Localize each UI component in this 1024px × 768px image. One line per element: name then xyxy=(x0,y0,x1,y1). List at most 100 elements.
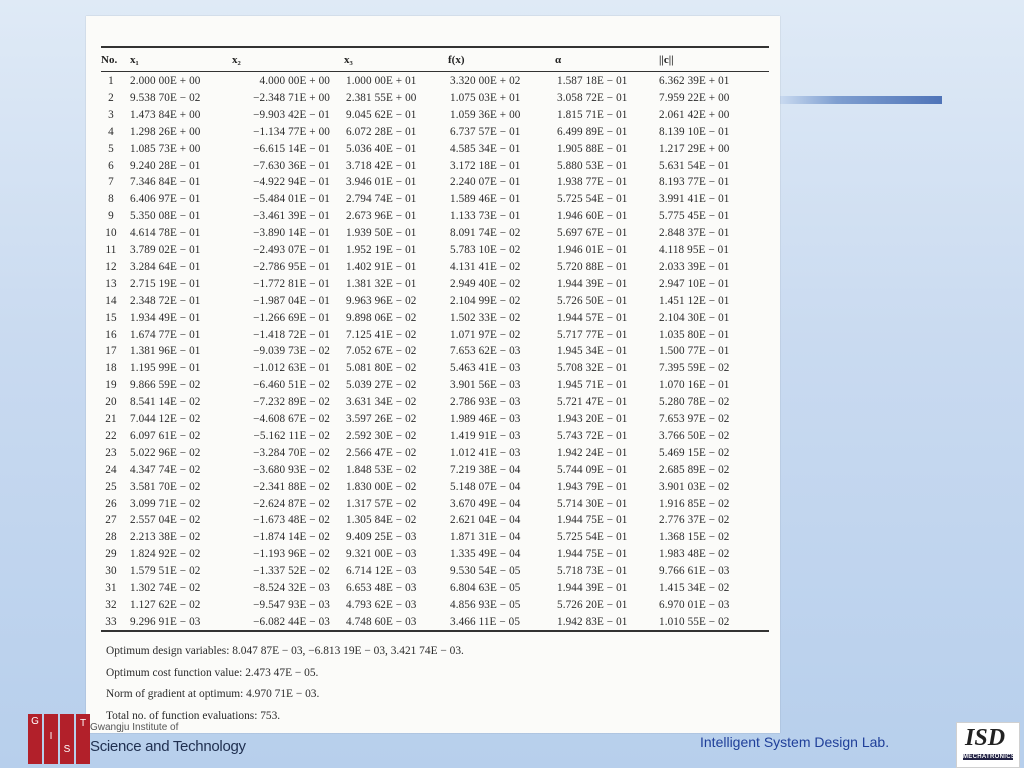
table-cell: −2.348 71E + 00 xyxy=(253,91,330,104)
table-cell: 1.317 57E − 02 xyxy=(346,497,417,510)
table-cell: −7.630 36E − 01 xyxy=(253,159,330,172)
table-row: 18 1.195 99E − 01 −1.012 63E − 01 5.081 80E… xyxy=(86,362,780,378)
table-cell: 1.415 34E − 02 xyxy=(659,582,730,594)
table-cell: 5.039 27E − 02 xyxy=(346,379,417,392)
table-row: 3 1.473 84E + 00 −9.903 42E − 01 9.045 62E … xyxy=(86,109,780,125)
table-cell: 16 xyxy=(105,328,117,341)
table-row: 17 1.381 96E − 01 −9.039 73E − 02 7.052 67E… xyxy=(86,345,780,361)
table-cell: 1.298 26E + 00 xyxy=(130,125,201,138)
table-cell: −9.547 93E − 03 xyxy=(253,598,330,611)
table-cell: 3.901 03E − 02 xyxy=(659,480,730,493)
table-cell: 6.653 48E − 03 xyxy=(346,582,417,594)
table-cell: 1.070 16E − 01 xyxy=(659,379,730,392)
table-cell: 9.898 06E − 02 xyxy=(346,311,417,324)
table-row: 21 7.044 12E − 02 −4.608 67E − 02 3.597 26E… xyxy=(86,413,780,429)
table-cell: 3.991 41E − 01 xyxy=(659,193,730,206)
table-cell: 5.775 45E − 01 xyxy=(659,210,730,223)
table-row: 7 7.346 84E − 01 −4.922 94E − 01 3.946 01E … xyxy=(86,176,780,192)
table-cell: 20 xyxy=(105,396,117,409)
lab-name: Intelligent System Design Lab. xyxy=(700,734,890,750)
table-cell: 3.670 49E − 04 xyxy=(450,497,521,510)
table-cell: 1.473 84E + 00 xyxy=(130,108,201,121)
table-cell: 1.815 71E − 01 xyxy=(557,108,628,121)
table-row: 2 9.538 70E − 02 −2.348 71E + 00 2.381 55E … xyxy=(86,92,780,108)
table-cell: 1.942 83E − 01 xyxy=(557,615,628,628)
table-cell: 2.776 37E − 02 xyxy=(659,514,730,527)
gist-logo-letter: G xyxy=(31,716,39,727)
table-cell: 3.766 50E − 02 xyxy=(659,429,730,442)
table-cell: 9 xyxy=(108,210,114,223)
table-cell: 2.566 47E − 02 xyxy=(346,446,417,459)
table-cell: 31 xyxy=(105,582,117,594)
table-cell: 1 xyxy=(108,75,114,87)
table-cell: 6.804 63E − 05 xyxy=(450,582,521,594)
table-cell: 1.085 73E + 00 xyxy=(130,142,201,155)
table-cell: 4.614 78E − 01 xyxy=(130,227,201,240)
table-cell: 1.075 03E + 01 xyxy=(450,91,521,104)
table-cell: 5.469 15E − 02 xyxy=(659,446,730,459)
table-cell: 1.035 80E − 01 xyxy=(659,328,730,341)
header-fx: f(x) xyxy=(448,54,465,66)
table-row: 31 1.302 74E − 02 −8.524 32E − 03 6.653 48E… xyxy=(86,582,780,598)
table-cell: 1.905 88E − 01 xyxy=(557,142,628,155)
table-cell: 2.557 04E − 02 xyxy=(130,514,201,527)
table-cell: 1.500 77E − 01 xyxy=(659,345,730,358)
table-cell: 4.856 93E − 05 xyxy=(450,598,521,611)
table-cell: 1.335 49E − 04 xyxy=(450,548,521,561)
table-row: 8 6.406 97E − 01 −5.484 01E − 01 2.794 74E … xyxy=(86,193,780,209)
table-cell: 1.944 39E − 01 xyxy=(557,582,628,594)
table-cell: 1.302 74E − 02 xyxy=(130,582,201,594)
table-cell: 19 xyxy=(105,379,117,392)
table-cell: 1.944 75E − 01 xyxy=(557,514,628,527)
gist-logo-letter: I xyxy=(49,731,53,742)
table-cell: 2.947 10E − 01 xyxy=(659,277,730,290)
table-cell: 1.010 55E − 02 xyxy=(659,615,730,628)
table-cell: 13 xyxy=(105,277,117,290)
table-cell: 1.939 50E − 01 xyxy=(346,227,417,240)
table-cell: −2.341 88E − 02 xyxy=(253,480,330,493)
table-cell: 5.721 47E − 01 xyxy=(557,396,628,409)
table-row: 22 6.097 61E − 02 −5.162 11E − 02 2.592 30E… xyxy=(86,430,780,446)
table-cell: −6.460 51E − 02 xyxy=(253,379,330,392)
table-cell: 1.943 79E − 01 xyxy=(557,480,628,493)
table-cell: 2.949 40E − 02 xyxy=(450,277,521,290)
table-cell: 1.587 18E − 01 xyxy=(557,75,628,87)
table-cell: 1.579 51E − 02 xyxy=(130,565,201,578)
table-cell: 1.012 41E − 03 xyxy=(450,446,521,459)
table-cell: −1.874 14E − 02 xyxy=(253,531,330,544)
table-cell: −1.012 63E − 01 xyxy=(253,362,330,375)
table-cell: −5.162 11E − 02 xyxy=(253,429,330,442)
table-cell: 1.502 33E − 02 xyxy=(450,311,521,324)
table-cell: 5 xyxy=(108,142,114,155)
table-cell: 2.033 39E − 01 xyxy=(659,260,730,273)
table-cell: 6.097 61E − 02 xyxy=(130,429,201,442)
header-x3: x₃ xyxy=(344,54,353,66)
table-cell: 3.320 00E + 02 xyxy=(450,75,521,87)
table-row: 6 9.240 28E − 01 −7.630 36E − 01 3.718 42E … xyxy=(86,160,780,176)
table-cell: 1.944 75E − 01 xyxy=(557,548,628,561)
table-cell: 1.402 91E − 01 xyxy=(346,260,417,273)
table-cell: 7.653 97E − 02 xyxy=(659,413,730,425)
table-cell: 1.127 62E − 02 xyxy=(130,598,201,611)
table-cell: 33 xyxy=(105,615,117,628)
table-cell: 5.036 40E − 01 xyxy=(346,142,417,155)
table-cell: 11 xyxy=(105,244,117,256)
table-cell: 1.830 00E − 02 xyxy=(346,480,417,493)
table-cell: 25 xyxy=(105,480,117,493)
table-cell: 3 xyxy=(108,108,114,121)
table-cell: 7.653 62E − 03 xyxy=(450,345,521,358)
table-cell: 1.943 20E − 01 xyxy=(557,413,628,425)
table-cell: 2.621 04E − 04 xyxy=(450,514,521,527)
table-row: 28 2.213 38E − 02 −1.874 14E − 02 9.409 25E… xyxy=(86,531,780,547)
table-cell: 1.451 12E − 01 xyxy=(659,294,730,307)
table-cell: 9.530 54E − 05 xyxy=(450,565,521,578)
table-cell: 4.585 34E − 01 xyxy=(450,142,521,155)
table-cell: 2.381 55E + 00 xyxy=(346,91,417,104)
table-cell: 5.726 20E − 01 xyxy=(557,598,628,611)
table-row: 29 1.824 92E − 02 −1.193 96E − 02 9.321 00E… xyxy=(86,548,780,564)
table-cell: 9.045 62E − 01 xyxy=(346,108,417,121)
table-cell: 1.071 97E − 02 xyxy=(450,328,521,341)
table-cell: 1.938 77E − 01 xyxy=(557,176,628,189)
table-cell: 29 xyxy=(105,548,117,561)
note-gradient: Norm of gradient at optimum: 4.970 71E −… xyxy=(106,688,320,700)
